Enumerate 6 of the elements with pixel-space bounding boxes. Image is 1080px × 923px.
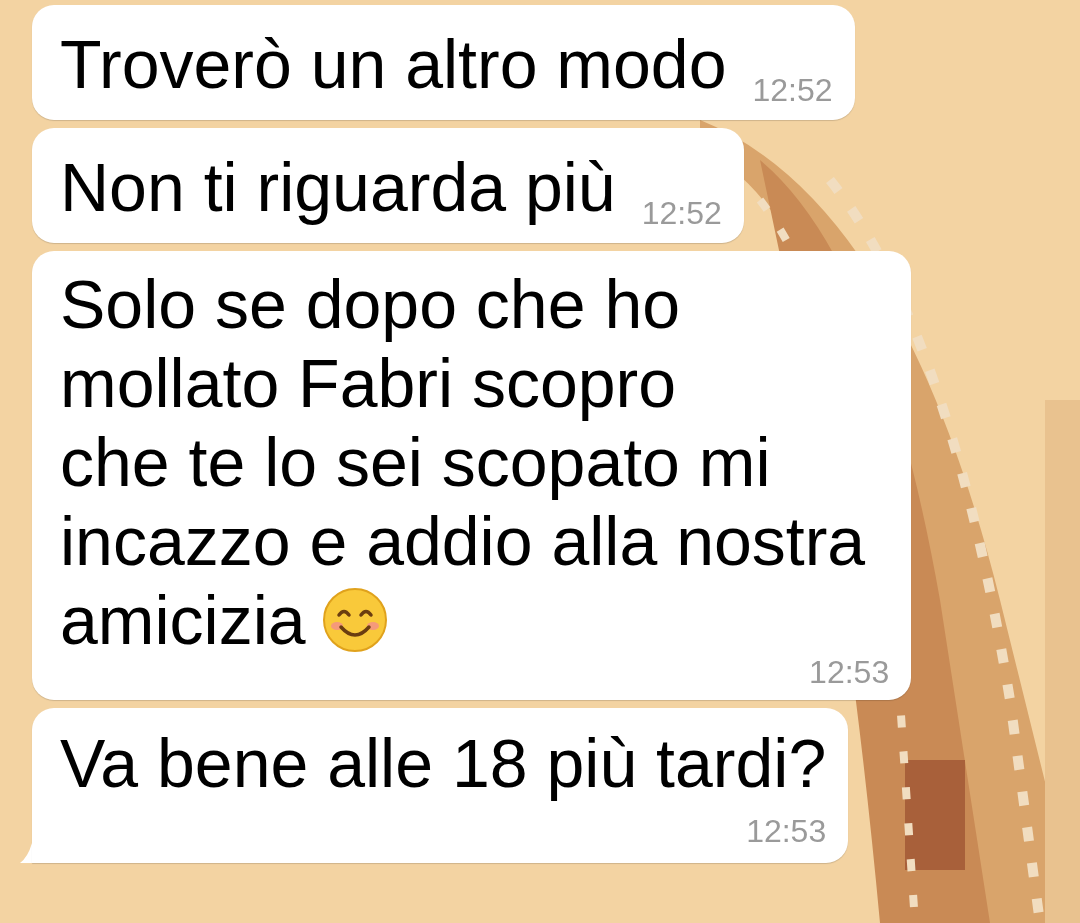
message-text: Va bene alle 18 più tardi? [60,724,827,803]
message-time: 12:52 [752,71,833,110]
message-text: Troverò un altro modo [60,25,727,104]
message-time: 12:52 [641,194,722,233]
message-time: 12:53 [746,812,827,851]
message-text: Non ti riguarda più [60,148,616,227]
